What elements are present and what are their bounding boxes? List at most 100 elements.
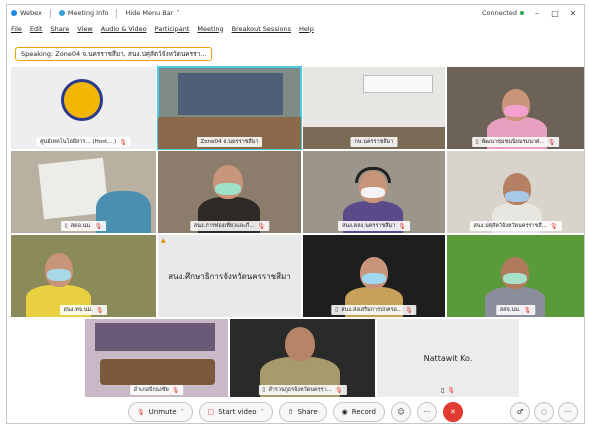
- share-button[interactable]: ⇧ Share: [278, 402, 327, 422]
- start-video-label: Start video: [218, 408, 257, 416]
- active-speaker-indicator: Speaking: Zone04 จ.นครราชสีมา, สนง.ปศุสั…: [15, 47, 213, 61]
- video-off-icon: ▢: [207, 408, 215, 416]
- video-tile[interactable]: ▯ สนง.ส่งเสริมการปกครอ... 🎙: [303, 235, 445, 317]
- minimize-button[interactable]: –: [532, 9, 542, 18]
- more-options-button[interactable]: ···: [416, 402, 437, 422]
- leave-meeting-button[interactable]: ✕: [442, 402, 463, 422]
- menu-participant[interactable]: Participant: [155, 25, 190, 33]
- video-tile[interactable]: สนง.คลง.นครราชสีมา 🎙: [303, 151, 445, 233]
- video-tile[interactable]: ▯ พัฒนาชุมชนนิยมรมนาศ... 🎙: [447, 67, 584, 149]
- meeting-info-button[interactable]: Meeting Info: [58, 9, 109, 17]
- more-panels-button[interactable]: ···: [558, 402, 578, 422]
- video-tile[interactable]: อำเภอปักธงชัย 🎙: [85, 319, 228, 397]
- more-icon: ···: [564, 408, 572, 416]
- connection-status-label: Connected: [481, 9, 517, 17]
- maximize-button[interactable]: □: [550, 9, 560, 18]
- chevron-down-icon[interactable]: ˅: [181, 409, 184, 416]
- room-banner: [95, 323, 215, 351]
- participant-name: ศูนย์เทคโนโลยีสาร... (Host,...): [40, 139, 117, 145]
- record-button[interactable]: ◉ Record: [332, 402, 385, 422]
- mic-muted-icon: 🎙: [523, 306, 532, 314]
- participants-button[interactable]: ♂: [510, 402, 530, 422]
- video-tile[interactable]: ศูนย์เทคโนโลยีสาร... (Host,...) 🎙: [11, 67, 156, 149]
- panel-controls: ♂ ◌ ···: [510, 402, 578, 422]
- video-tile-audio-only[interactable]: ▲ สนง.ศึกษาธิการจังหวัดนครราชสีมา: [158, 235, 301, 317]
- participant-label: ▯ พัฒนาชุมชนนิยมรมนาศ... 🎙: [471, 137, 560, 147]
- webex-logo-icon: [11, 10, 17, 16]
- connected-dot-icon: [520, 11, 524, 15]
- chat-icon: ◌: [540, 408, 548, 416]
- participant-label: สนง.ทจ.นม. 🎙: [59, 305, 108, 315]
- participant-name-placeholder: Nattawit Ko.: [377, 319, 519, 397]
- mic-muted-icon: 🎙: [94, 222, 103, 230]
- video-tile[interactable]: สนง.ปศุสัตว์จังหวัดนครราชสี... 🎙: [447, 151, 584, 233]
- menu-audio-video[interactable]: Audio & Video: [101, 25, 147, 33]
- connection-status: Connected: [482, 9, 524, 17]
- divider: [116, 8, 118, 18]
- video-tile[interactable]: กษ.นครราชสีมา: [303, 67, 445, 149]
- unmute-button[interactable]: 🎙 Unmute ˅: [128, 402, 193, 422]
- participant-label: ศูนย์เทคโนโลยีสาร... (Host,...) 🎙: [36, 137, 131, 147]
- record-icon: ◉: [341, 408, 348, 416]
- menu-meeting[interactable]: Meeting: [197, 25, 223, 33]
- menu-view[interactable]: View: [77, 25, 92, 33]
- participant-name: Zone04 จ.นครราชสีมา: [200, 139, 259, 145]
- video-tile[interactable]: สสจ.นม. 🎙: [447, 235, 584, 317]
- mic-muted-icon: 🎙: [257, 222, 266, 230]
- participant-name: สดอ.นม.: [70, 223, 92, 229]
- participant-name: อำเภอปักธงชัย: [133, 387, 169, 393]
- menu-breakout-sessions[interactable]: Breakout Sessions: [232, 25, 291, 33]
- menu-share[interactable]: Share: [50, 25, 69, 33]
- face-mask: [503, 273, 527, 284]
- mic-muted-icon: 🎙: [119, 138, 127, 146]
- menu-edit[interactable]: Edit: [30, 25, 43, 33]
- face-mask: [362, 273, 386, 284]
- chevron-down-icon[interactable]: ˅: [261, 409, 264, 416]
- share-icon: ⇧: [287, 408, 294, 416]
- reactions-button[interactable]: ☺: [390, 402, 411, 422]
- participant-label: ▯ สำรวจภูธรจังหวัดนครรา... 🎙: [258, 385, 347, 395]
- mic-muted-icon: 🎙: [547, 138, 556, 146]
- participant-name: สนง.คลง.นครราชสีมา: [342, 223, 396, 229]
- participant-face: [285, 327, 315, 361]
- participant-label: ▯ สดอ.นม. 🎙: [60, 221, 107, 231]
- unmute-label: Unmute: [148, 408, 177, 416]
- face-mask: [47, 269, 71, 281]
- participant-label: สนง.การท่องเที่ยวและกี... 🎙: [189, 221, 270, 231]
- video-tile-active[interactable]: Zone04 จ.นครราชสีมา: [157, 66, 302, 150]
- participant-label: สนง.ปศุสัตว์จังหวัดนครราชสี... 🎙: [469, 221, 562, 231]
- webex-app-button[interactable]: Webex: [11, 9, 42, 17]
- menu-bar: File Edit Share View Audio & Video Parti…: [7, 22, 584, 35]
- face-mask: [504, 105, 528, 117]
- participant-status: ▯ 🎙: [441, 387, 455, 394]
- webex-window: Webex Meeting Info Hide Menu Bar ˅ Conne…: [6, 4, 585, 424]
- participant-name: สนง.ปศุสัตว์จังหวัดนครราชสี...: [473, 223, 547, 229]
- video-tile[interactable]: ▯ สำรวจภูธรจังหวัดนครรา... 🎙: [230, 319, 375, 397]
- participant-name: สสจ.นม.: [499, 307, 521, 313]
- app-name: Webex: [20, 9, 42, 17]
- hide-menu-bar-button[interactable]: Hide Menu Bar ˅: [125, 9, 179, 17]
- room-screen: [178, 73, 283, 115]
- participant-label: สนง.คลง.นครราชสีมา 🎙: [338, 221, 410, 231]
- start-video-button[interactable]: ▢ Start video ˅: [198, 402, 273, 422]
- phone-icon: ▯: [441, 387, 445, 394]
- video-tile-audio-only[interactable]: Nattawit Ko. ▯ 🎙: [377, 319, 519, 397]
- chat-button[interactable]: ◌: [534, 402, 554, 422]
- meeting-info-label: Meeting Info: [67, 9, 109, 17]
- participant-label: Zone04 จ.นครราชสีมา: [196, 137, 263, 147]
- video-tile[interactable]: ▯ สดอ.นม. 🎙: [11, 151, 156, 233]
- share-label: Share: [297, 408, 318, 416]
- menu-file[interactable]: File: [11, 25, 22, 33]
- agency-logo-icon: [61, 79, 103, 121]
- phone-icon: ▯: [335, 307, 339, 313]
- mic-muted-icon: 🎙: [137, 408, 145, 416]
- participant-name: สนง.ศึกษาธิการจังหวัดนครราชสีมา: [168, 271, 291, 281]
- participant-label: ▯ สนง.ส่งเสริมการปกครอ... 🎙: [331, 305, 417, 315]
- video-tile[interactable]: สนง.ทจ.นม. 🎙: [11, 235, 156, 317]
- chevron-down-icon: ˅: [176, 9, 180, 17]
- title-bar: Webex Meeting Info Hide Menu Bar ˅ Conne…: [7, 5, 584, 21]
- close-window-button[interactable]: ✕: [568, 9, 578, 18]
- menu-help[interactable]: Help: [299, 25, 314, 33]
- face-mask: [505, 191, 529, 202]
- video-tile[interactable]: สนง.การท่องเที่ยวและกี... 🎙: [158, 151, 301, 233]
